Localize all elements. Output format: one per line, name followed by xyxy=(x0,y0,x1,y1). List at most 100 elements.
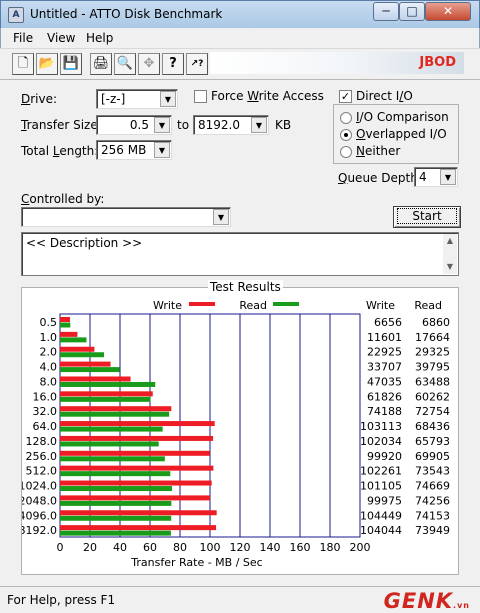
chart-legend: Write Read xyxy=(153,299,299,312)
neither-radio[interactable] xyxy=(340,146,352,158)
table-cell-read: 72754 xyxy=(415,405,450,418)
help-icon[interactable]: ? xyxy=(162,53,184,75)
genk-logo-suffix: .vn xyxy=(453,601,470,610)
x-axis-title: Transfer Rate - MB / Sec xyxy=(130,556,262,569)
legend-write-label: Write xyxy=(153,299,182,312)
direct-io-checkbox[interactable]: ✓ xyxy=(339,90,352,103)
table-cell-read: 39795 xyxy=(415,361,450,374)
print-preview-icon[interactable]: 🔍 xyxy=(114,53,136,75)
chevron-down-icon[interactable]: ▼ xyxy=(154,142,170,158)
y-tick-label: 1024.0 xyxy=(22,480,57,493)
write-bar xyxy=(60,435,214,441)
jbod-banner: JBOD xyxy=(210,52,464,74)
y-tick-label: 128.0 xyxy=(26,435,58,448)
table-cell-read: 74669 xyxy=(415,480,450,493)
status-text: For Help, press F1 xyxy=(7,593,116,607)
table-cell-write: 102034 xyxy=(360,435,402,448)
y-tick-label: 512.0 xyxy=(26,465,58,478)
x-tick-label: 20 xyxy=(83,541,97,554)
start-button[interactable]: Start xyxy=(393,206,461,228)
start-button-label: Start xyxy=(397,208,457,224)
write-bar xyxy=(60,406,172,412)
io-comparison-label: I/O Comparison xyxy=(356,110,449,124)
x-tick-label: 120 xyxy=(230,541,251,554)
table-header-read: Read xyxy=(414,299,442,312)
write-bar xyxy=(60,465,214,471)
overlapped-io-radio[interactable] xyxy=(340,129,352,141)
new-icon[interactable]: 🗋 xyxy=(12,53,34,75)
close-button[interactable]: ✕ xyxy=(425,2,471,21)
table-cell-read: 74153 xyxy=(415,509,450,522)
table-cell-read: 73949 xyxy=(415,524,450,537)
read-bar xyxy=(60,515,172,521)
menu-help[interactable]: Help xyxy=(86,31,113,45)
chevron-down-icon[interactable]: ▼ xyxy=(440,169,456,185)
genk-logo-text: GENK xyxy=(383,589,454,613)
write-bar xyxy=(60,391,153,397)
x-tick-label: 160 xyxy=(290,541,311,554)
force-write-checkbox[interactable] xyxy=(194,90,207,103)
description-scrollbar[interactable]: ▲ ▼ xyxy=(443,234,457,274)
context-help-icon[interactable]: ↗? xyxy=(186,53,208,75)
save-icon[interactable]: 💾 xyxy=(60,53,82,75)
legend-read-swatch xyxy=(273,302,299,306)
move-icon[interactable]: ✥ xyxy=(138,53,160,75)
unit-label: KB xyxy=(275,118,292,132)
table-cell-read: 17664 xyxy=(415,331,450,344)
io-comparison-radio[interactable] xyxy=(340,112,352,124)
chevron-down-icon[interactable]: ▼ xyxy=(213,209,229,225)
menu-bar: File View Help xyxy=(0,28,480,48)
table-cell-read: 29325 xyxy=(415,346,450,359)
table-cell-write: 102261 xyxy=(360,465,402,478)
read-bar xyxy=(60,500,172,506)
menu-file[interactable]: File xyxy=(13,31,33,45)
read-bar xyxy=(60,411,170,417)
table-cell-read: 63488 xyxy=(415,375,450,388)
table-cell-write: 99975 xyxy=(367,494,402,507)
read-bar xyxy=(60,396,151,402)
transfer-to-value: 8192.0 xyxy=(198,118,240,132)
y-tick-label: 2048.0 xyxy=(22,494,57,507)
scroll-up-icon[interactable]: ▲ xyxy=(443,234,457,248)
x-tick-label: 100 xyxy=(200,541,221,554)
print-icon[interactable]: 🖨 xyxy=(90,53,112,75)
test-results-group: 0.5 1.0 2.0 4.0 8.0 16.0 32.0 64.0 128.0 256.0 512… xyxy=(21,287,459,575)
chevron-down-icon[interactable]: ▼ xyxy=(154,117,170,133)
legend-write-swatch xyxy=(189,302,215,306)
write-bar xyxy=(60,331,78,337)
maximize-button[interactable]: □ xyxy=(399,2,425,21)
results-table: Write Read 6656 6860 11601 17664 22925 29325 337… xyxy=(360,299,450,537)
table-cell-write: 104449 xyxy=(360,509,402,522)
x-tick-label: 80 xyxy=(173,541,187,554)
read-bar xyxy=(60,530,171,536)
chevron-down-icon[interactable]: ▼ xyxy=(251,117,267,133)
write-bar xyxy=(60,480,212,486)
description-textarea[interactable]: << Description >> ▲ ▼ xyxy=(21,232,459,276)
table-cell-write: 6656 xyxy=(374,316,402,329)
write-bar xyxy=(60,346,95,352)
controlled-by-label: Controlled by: xyxy=(21,192,105,206)
transfer-size-to-select[interactable]: 8192.0 ▼ xyxy=(193,115,269,135)
total-length-select[interactable]: 256 MB ▼ xyxy=(96,140,172,160)
menu-view[interactable]: View xyxy=(47,31,75,45)
legend-read-label: Read xyxy=(239,299,267,312)
transfer-size-from-select[interactable]: 0.5 ▼ xyxy=(96,115,172,135)
minimize-button[interactable]: ─ xyxy=(373,2,399,21)
y-tick-label: 1.0 xyxy=(40,331,58,344)
queue-depth-select[interactable]: 4 ▼ xyxy=(414,167,458,187)
open-icon[interactable]: 📂 xyxy=(36,53,58,75)
table-cell-write: 103113 xyxy=(360,420,402,433)
drive-select[interactable]: [-z-] ▼ xyxy=(96,89,178,109)
write-bar xyxy=(60,421,215,427)
chevron-down-icon[interactable]: ▼ xyxy=(160,91,176,107)
table-cell-read: 73543 xyxy=(415,465,450,478)
y-axis-labels: 0.5 1.0 2.0 4.08.0 16.0 32.0 64.0 128.0 256.0 512… xyxy=(22,316,57,537)
y-tick-label: 64.0 xyxy=(33,420,58,433)
table-cell-write: 74188 xyxy=(367,405,402,418)
window-title: Untitled - ATTO Disk Benchmark xyxy=(30,7,223,21)
write-bar xyxy=(60,317,70,322)
y-tick-label: 0.5 xyxy=(40,316,58,329)
scroll-down-icon[interactable]: ▼ xyxy=(443,260,457,274)
controlled-by-select[interactable]: ▼ xyxy=(21,207,231,227)
transfer-size-label: Transfer Size: xyxy=(21,118,102,132)
